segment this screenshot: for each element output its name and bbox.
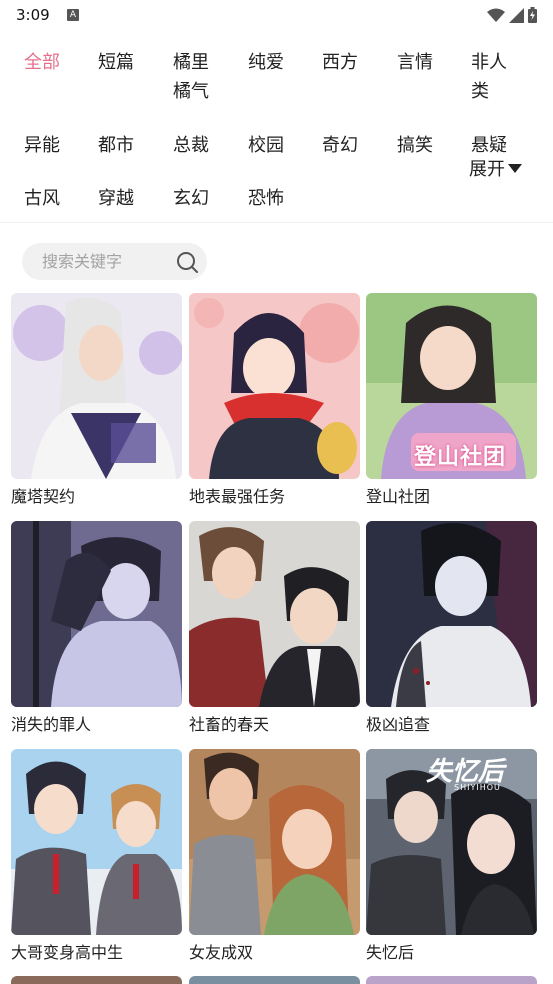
filter-fantasy[interactable]: 奇幻 [322,131,382,160]
filter-all[interactable]: 全部 [24,48,84,77]
comic-title: 社畜的春天 [189,715,270,734]
comic-cover[interactable] [11,749,182,935]
expand-label: 展开 [469,159,505,180]
comic-card[interactable]: 地表最强任务 [189,293,360,507]
filter-non-human[interactable]: 非人 类 [471,48,531,106]
comic-title: 失忆后 [366,943,415,962]
filter-orange[interactable]: 橘里 橘气 [173,48,233,106]
comic-card[interactable]: 登山社团 登山社团 [366,293,537,507]
comic-card[interactable]: 魔塔契约 [11,293,182,507]
battery-icon [528,7,537,23]
status-time: 3:09 [16,6,50,24]
comic-title: 大哥变身高中生 [11,943,124,962]
comic-cover-partial[interactable] [11,976,182,984]
comic-card[interactable]: 大哥变身高中生 [11,749,182,963]
comic-cover[interactable]: 失忆后 SHIYIHOU [366,749,537,935]
filter-mystery[interactable]: 悬疑 [471,131,531,160]
search-input[interactable] [42,243,177,280]
comic-cover[interactable] [189,749,360,935]
cover-logo-subtext: SHIYIHOU [454,783,501,792]
comic-title: 女友成双 [189,943,254,962]
status-bar: 3:09 A [0,0,553,32]
comic-cover-partial[interactable] [189,976,360,984]
filter-ceo[interactable]: 总裁 [173,131,233,160]
triangle-down-icon [508,163,522,173]
comic-cover[interactable]: 登山社团 [366,293,537,479]
expand-button[interactable]: 展开 [469,158,522,182]
filter-romance[interactable]: 言情 [397,48,457,77]
divider [0,222,553,223]
filter-superpower[interactable]: 异能 [24,131,84,160]
filter-xuanhuan[interactable]: 玄幻 [173,184,233,213]
comic-title: 地表最强任务 [189,487,286,506]
filter-western[interactable]: 西方 [322,48,382,77]
search-bar [22,243,207,280]
filter-time-travel[interactable]: 穿越 [98,184,158,213]
cover-logo-text: 登山社团 [414,445,507,470]
comic-card[interactable]: 社畜的春天 [189,521,360,735]
comic-title: 极凶追查 [366,715,431,734]
comic-cover-partial[interactable] [366,976,537,984]
comic-cover[interactable] [366,521,537,707]
comic-card[interactable]: 女友成双 [189,749,360,963]
comic-cover[interactable] [189,521,360,707]
filter-pure-love[interactable]: 纯爱 [248,48,308,77]
filter-horror[interactable]: 恐怖 [248,184,308,213]
comic-title: 登山社团 [366,487,431,506]
filter-ancient[interactable]: 古风 [24,184,84,213]
comic-cover[interactable] [11,521,182,707]
status-icons [487,7,537,23]
comic-title: 魔塔契约 [11,487,76,506]
comic-title: 消失的罪人 [11,715,92,734]
notification-icon: A [67,9,79,21]
comic-cover[interactable] [189,293,360,479]
wifi-icon [487,8,505,22]
filter-short[interactable]: 短篇 [98,48,158,77]
filter-campus[interactable]: 校园 [248,131,308,160]
filter-comedy[interactable]: 搞笑 [397,131,457,160]
comic-card[interactable]: 消失的罪人 [11,521,182,735]
comic-card[interactable]: 失忆后 SHIYIHOU 失忆后 [366,749,537,963]
signal-icon [509,7,524,23]
filter-urban[interactable]: 都市 [98,131,158,160]
comic-card[interactable]: 极凶追查 [366,521,537,735]
search-icon[interactable] [176,251,198,273]
comic-cover[interactable] [11,293,182,479]
